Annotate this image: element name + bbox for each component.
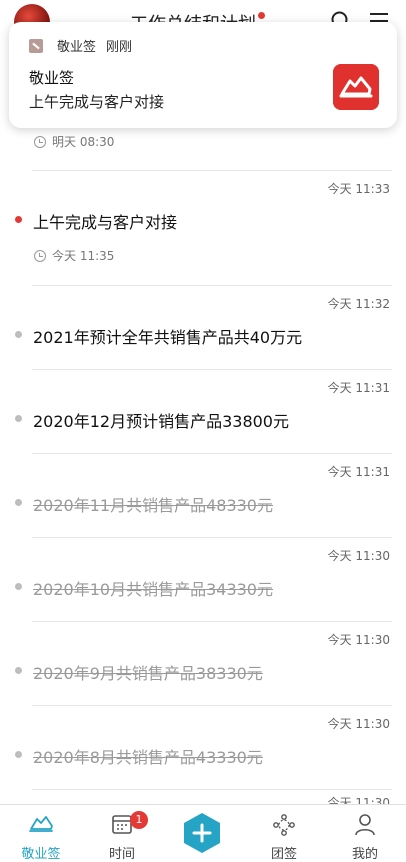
item-text-completed: 2020年10月共销售产品34330元 bbox=[33, 580, 273, 599]
item-text: 上午完成与客户对接 bbox=[33, 213, 178, 232]
list-item[interactable]: 今天 11:30 2020年9月共销售产品38330元 bbox=[0, 622, 406, 706]
profile-icon bbox=[355, 814, 375, 836]
add-button[interactable] bbox=[181, 812, 223, 854]
tab-label: 我的 bbox=[351, 847, 378, 862]
tab-label: 时间 bbox=[108, 847, 135, 862]
tab-group[interactable]: 团签 bbox=[249, 805, 319, 862]
list-item[interactable]: 今天 11:33 上午完成与客户对接 今天 11:35 bbox=[0, 171, 406, 286]
item-text: 2021年预计全年共销售产品共40万元 bbox=[33, 328, 303, 347]
status-dot bbox=[15, 331, 22, 338]
reminder-time: 明天 08:30 bbox=[34, 133, 114, 150]
list-item[interactable]: 今天 11:30 2020年8月共销售产品43330元 bbox=[0, 706, 406, 790]
reminder-time: 今天 11:35 bbox=[34, 247, 114, 264]
notification-badge: 1 bbox=[130, 811, 148, 829]
app-logo-icon bbox=[333, 64, 379, 110]
tab-label: 敬业签 bbox=[21, 847, 61, 862]
list-item[interactable]: 今天 11:32 2021年预计全年共销售产品共40万元 bbox=[0, 286, 406, 370]
notification-header: 敬业签 刚刚 bbox=[29, 36, 132, 55]
item-timestamp: 今天 11:30 bbox=[327, 633, 390, 647]
item-timestamp: 今天 11:33 bbox=[327, 182, 390, 196]
item-timestamp: 今天 11:31 bbox=[327, 465, 390, 479]
unread-dot bbox=[258, 12, 265, 19]
item-text-completed: 2020年8月共销售产品43330元 bbox=[33, 748, 263, 767]
notification-body: 上午完成与客户对接 bbox=[29, 93, 165, 111]
notification-app-name: 敬业签 bbox=[57, 40, 97, 55]
clock-icon bbox=[34, 249, 46, 262]
item-text: 2020年12月预计销售产品33800元 bbox=[33, 412, 289, 431]
item-text-completed: 2020年9月共销售产品38330元 bbox=[33, 664, 263, 683]
status-dot bbox=[15, 751, 22, 758]
push-notification[interactable]: 敬业签 刚刚 敬业签 上午完成与客户对接 bbox=[9, 22, 397, 128]
status-dot bbox=[15, 499, 22, 506]
app-small-icon bbox=[29, 38, 43, 53]
item-text-completed: 2020年11月共销售产品48330元 bbox=[33, 496, 273, 515]
status-dot bbox=[15, 667, 22, 674]
item-timestamp: 今天 11:31 bbox=[327, 381, 390, 395]
list-item[interactable]: 今天 11:31 2020年11月共销售产品48330元 bbox=[0, 454, 406, 538]
tab-time[interactable]: 1 时间 bbox=[87, 805, 157, 862]
clock-icon bbox=[34, 135, 46, 148]
notification-title: 敬业签 bbox=[29, 69, 75, 87]
item-timestamp: 今天 11:30 bbox=[327, 717, 390, 731]
tab-home[interactable]: 敬业签 bbox=[6, 805, 76, 862]
notification-time: 刚刚 bbox=[106, 40, 133, 55]
item-timestamp: 今天 11:32 bbox=[327, 297, 390, 311]
list-item[interactable]: 今天 11:31 2020年12月预计销售产品33800元 bbox=[0, 370, 406, 454]
tab-label: 团签 bbox=[270, 847, 297, 862]
tab-mine[interactable]: 我的 bbox=[330, 805, 400, 862]
status-dot bbox=[15, 583, 22, 590]
sign-logo-icon bbox=[29, 816, 53, 832]
group-icon bbox=[273, 814, 295, 836]
status-dot bbox=[15, 216, 22, 223]
list-item[interactable]: 明天 08:30 bbox=[0, 128, 406, 171]
status-dot bbox=[15, 415, 22, 422]
item-timestamp: 今天 11:30 bbox=[327, 549, 390, 563]
list-item[interactable]: 今天 11:30 2020年10月共销售产品34330元 bbox=[0, 538, 406, 622]
